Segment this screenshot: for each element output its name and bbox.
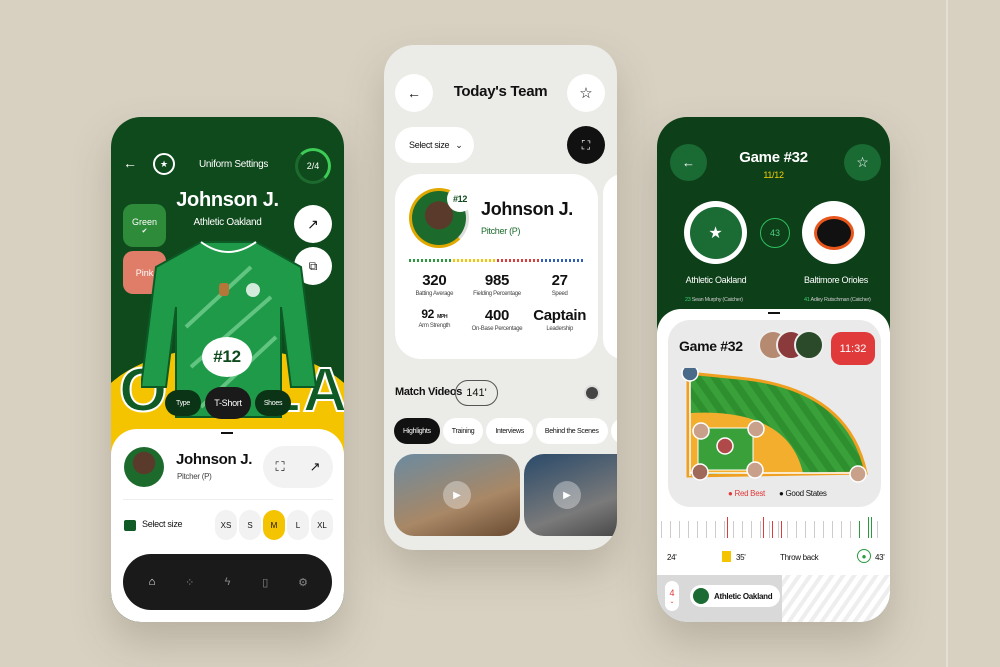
- game-timer: 11:32: [831, 332, 875, 365]
- play-icon[interactable]: ▶: [553, 481, 581, 509]
- video-thumbnail[interactable]: ▶: [524, 454, 617, 536]
- bookmark-icon[interactable]: ▯: [258, 575, 272, 589]
- player-number-badge: #12: [447, 186, 473, 212]
- bottom-nav: ⌂ ⁘ ϟ ▯ ⚙: [123, 554, 332, 610]
- stat-arm-strength: 92 MPH Arm Strength: [418, 307, 451, 329]
- background-divider: [946, 0, 948, 667]
- count-badge: 4 ⌄: [665, 581, 679, 611]
- tab-games[interactable]: Ga: [610, 418, 617, 444]
- rating-bar: [409, 259, 584, 262]
- tab-interviews[interactable]: Interviews: [486, 418, 533, 444]
- timeline-end: 43': [875, 553, 885, 562]
- marker-icon: [722, 551, 731, 562]
- away-catcher: 41 Adley Rutschman (Catcher): [804, 297, 871, 303]
- next-player-card[interactable]: [603, 174, 617, 359]
- stat-speed: 27 Speed: [551, 272, 568, 297]
- tab-highlights[interactable]: Highlights: [394, 418, 440, 444]
- team-logo-icon: ★: [153, 153, 175, 175]
- card-actions: ⛶ ↗: [263, 446, 333, 488]
- player-name: Johnson J.: [481, 199, 574, 219]
- divider: [123, 499, 333, 500]
- home-icon[interactable]: ⌂: [145, 575, 159, 589]
- header-title: Uniform Settings: [199, 159, 269, 170]
- videos-count: 141': [455, 380, 498, 406]
- player-card: #12 Johnson J. Pitcher (P) 320 Batting Av…: [395, 174, 598, 359]
- size-xs[interactable]: XS: [215, 510, 237, 540]
- player-position: Pitcher (P): [481, 226, 521, 236]
- select-size-dropdown[interactable]: Select size ⌄: [395, 127, 474, 163]
- home-catcher: 23 Sean Murphy (Catcher): [685, 297, 743, 303]
- size-xl[interactable]: XL: [311, 510, 333, 540]
- stats-grid: 320 Batting Average 985 Fielding Percentag…: [403, 272, 591, 332]
- chevron-down-icon: ⌄: [669, 598, 675, 605]
- jersey-number: #12: [202, 337, 252, 377]
- stat-batting-average: 320 Batting Average: [415, 272, 454, 297]
- tab-t-short[interactable]: T-Short: [205, 387, 251, 419]
- team-chip[interactable]: Athletic Oakland: [690, 585, 781, 607]
- toggle-dot[interactable]: [584, 385, 600, 401]
- todays-team-screen: ← Today's Team ☆ Select size ⌄ ⛶ #12 John…: [384, 45, 617, 550]
- tab-training[interactable]: Training: [442, 418, 484, 444]
- player-avatars: [758, 330, 824, 360]
- play-icon[interactable]: ▶: [443, 481, 471, 509]
- striped-placeholder: [782, 575, 890, 622]
- podium-icon[interactable]: ⛶: [567, 126, 605, 164]
- timeline-start: 24': [667, 553, 677, 562]
- target-icon[interactable]: ●: [857, 549, 871, 563]
- stat-on-base-percentage: 400 On-Base Percentage: [471, 307, 523, 332]
- legend-red-best: ● Red Best: [728, 489, 765, 498]
- bolt-icon[interactable]: ϟ: [220, 575, 234, 589]
- away-team-name: Baltimore Orioles: [804, 275, 868, 285]
- stat-leadership: Captain Leadership: [533, 307, 587, 332]
- size-m[interactable]: M: [263, 510, 285, 540]
- field-legend: ● Red Best ● Good States: [728, 489, 827, 498]
- timeline-label: Throw back: [780, 553, 819, 562]
- tab-shoes[interactable]: Shoes: [255, 390, 291, 416]
- field-title: Game #32: [679, 338, 743, 354]
- videos-title: Match Videos: [395, 386, 463, 398]
- podium-icon[interactable]: ⛶: [275, 459, 284, 475]
- away-team-logo: [802, 201, 865, 264]
- home-team-name: Athletic Oakland: [685, 275, 747, 285]
- tab-type[interactable]: Type: [165, 390, 201, 416]
- player-sheet: Johnson J. Pitcher (P) ⛶ ↗ Select size XS…: [111, 429, 344, 622]
- video-thumbnail[interactable]: ▶: [394, 454, 520, 536]
- card-position: Pitcher (P): [177, 472, 212, 481]
- size-options: XS S M L XL: [215, 510, 333, 540]
- video-tabs: Highlights Training Interviews Behind th…: [394, 418, 617, 444]
- gear-icon[interactable]: ⚙: [296, 575, 310, 589]
- player-avatar: [124, 447, 164, 487]
- color-label: Green: [131, 216, 157, 227]
- drag-handle[interactable]: [221, 432, 233, 434]
- drag-handle[interactable]: [768, 312, 780, 314]
- home-team-logo: ★: [684, 201, 747, 264]
- select-label: Select size: [409, 140, 450, 150]
- size-label: Select size: [142, 519, 183, 529]
- timeline-mark: 35': [736, 553, 746, 562]
- star-icon[interactable]: ☆: [567, 74, 605, 112]
- chevron-down-icon: ⌄: [455, 139, 463, 150]
- game-screen: ← Game #32 11/12 ☆ ★ 43 Athletic Oakland…: [657, 117, 890, 622]
- card-name: Johnson J.: [176, 451, 253, 468]
- shirt-icon: [124, 520, 136, 531]
- bottom-bar: 4 ⌄ Athletic Oakland: [657, 575, 782, 622]
- stat-fielding-percentage: 985 Fielding Percentage: [473, 272, 521, 297]
- game-sheet: Game #32 11:32 ● Red Best ● Good States …: [657, 309, 890, 622]
- legend-good-states: ● Good States: [778, 489, 827, 498]
- uniform-settings-screen: OAKLAND ← ★ Uniform Settings 2/4 Johnson…: [111, 117, 344, 622]
- timeline-ticks[interactable]: [661, 517, 886, 538]
- score-badge: 43: [760, 218, 790, 248]
- nodes-icon[interactable]: ⁘: [183, 575, 197, 589]
- back-arrow-icon[interactable]: ←: [123, 155, 137, 171]
- share-icon[interactable]: ↗: [310, 459, 321, 475]
- size-s[interactable]: S: [239, 510, 261, 540]
- tab-behind-the-scenes[interactable]: Behind the Scenes: [535, 418, 608, 444]
- star-icon[interactable]: ☆: [844, 144, 881, 181]
- size-l[interactable]: L: [287, 510, 309, 540]
- progress-ring: 2/4: [295, 148, 331, 184]
- team-logo-icon: [693, 588, 709, 604]
- check-icon: ✔: [141, 227, 148, 235]
- baseball-field: [681, 368, 868, 483]
- field-card: Game #32 11:32 ● Red Best ● Good States: [668, 320, 881, 507]
